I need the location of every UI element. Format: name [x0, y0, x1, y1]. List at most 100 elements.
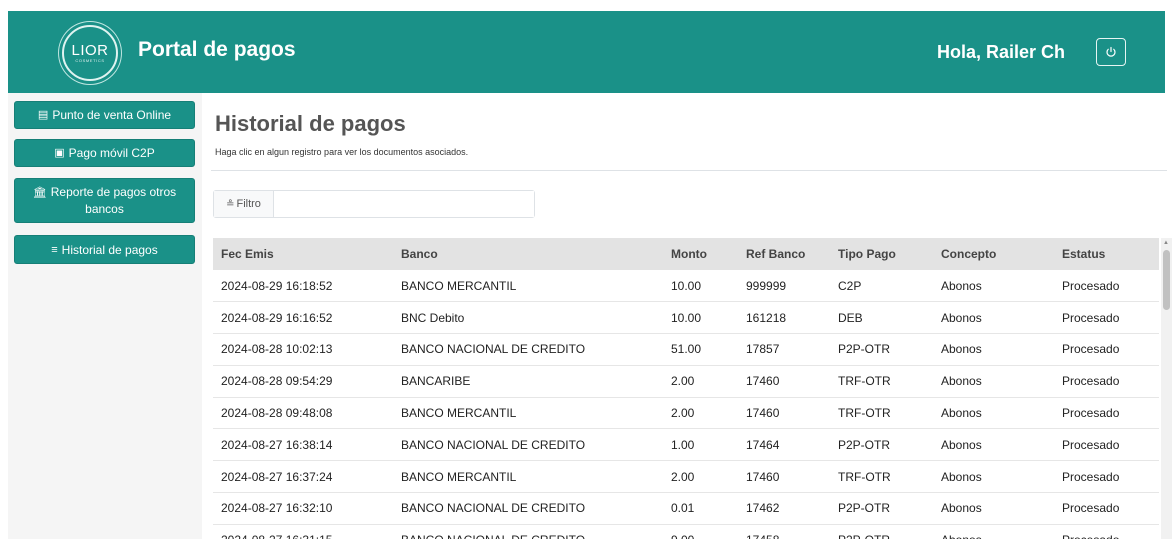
filter-input[interactable]	[274, 191, 534, 217]
cell-estatus: Procesado	[1062, 342, 1120, 357]
cell-ref-banco: 17460	[746, 374, 780, 389]
power-icon	[1106, 46, 1116, 57]
column-header-banco[interactable]: Banco	[393, 238, 663, 270]
table-scrollbar[interactable]: ▲	[1161, 238, 1172, 539]
table-header-row: Fec Emis Banco Monto Ref Banco Tipo Pago…	[213, 238, 1159, 270]
sidebar-item-punto-de-venta[interactable]: ▤ Punto de venta Online	[14, 101, 195, 129]
cell-monto: 2.00	[671, 406, 695, 421]
cell-monto: 9.00	[663, 524, 738, 539]
cell-estatus: Procesado	[1062, 310, 1120, 325]
scroll-thumb[interactable]	[1163, 250, 1170, 310]
sidebar-item-pago-movil[interactable]: ▣ Pago móvil C2P	[14, 139, 195, 167]
cell-banco: BANCO NACIONAL DE CREDITO	[401, 342, 586, 357]
payments-table: Fec Emis Banco Monto Ref Banco Tipo Pago…	[213, 238, 1159, 539]
page-title: Historial de pagos	[215, 111, 406, 136]
sidebar-item-reporte-pagos[interactable]: 🏛 Reporte de pagos otros bancos	[14, 178, 195, 223]
sidebar: ▤ Punto de venta Online ▣ Pago móvil C2P…	[8, 93, 202, 539]
page: LIOR COSMETICS Portal de pagos Hola, Rai…	[0, 0, 1172, 539]
table-row[interactable]: 2024-08-27 16:32:10 BANCO NACIONAL DE CRE…	[213, 493, 1159, 525]
cell-tipo-pago: DEB	[838, 310, 863, 325]
list-icon: ≡	[51, 243, 58, 256]
cell-ref-banco: 17458	[738, 524, 830, 539]
cell-ref-banco: 17464	[746, 437, 780, 452]
cell-ref-banco: 17460	[746, 406, 780, 421]
cell-banco: BANCO MERCANTIL	[401, 406, 517, 421]
top-header: LIOR COSMETICS Portal de pagos Hola, Rai…	[8, 11, 1165, 93]
cell-estatus: Procesado	[1054, 524, 1159, 539]
cell-fec-emis: 2024-08-27 16:37:24	[221, 469, 333, 484]
cell-monto: 51.00	[671, 342, 702, 357]
page-subtitle: Haga clic en algun registro para ver los…	[215, 147, 469, 157]
cell-concepto: Abonos	[941, 374, 982, 389]
cell-banco: BNC Debito	[401, 310, 465, 325]
column-header-estatus[interactable]: Estatus	[1054, 238, 1159, 270]
cell-estatus: Procesado	[1062, 278, 1120, 293]
cell-monto: 0.01	[671, 501, 695, 516]
table-row[interactable]: 2024-08-28 09:48:08 BANCO MERCANTIL 2.00 17…	[213, 397, 1159, 429]
cell-ref-banco: 17460	[746, 469, 780, 484]
filter-icon: ≗	[226, 198, 235, 210]
lior-logo[interactable]: LIOR COSMETICS	[62, 25, 118, 81]
cell-banco: BANCARIBE	[401, 374, 471, 389]
cell-tipo-pago: TRF-OTR	[838, 406, 891, 421]
cell-concepto: Abonos	[941, 342, 982, 357]
cell-estatus: Procesado	[1062, 501, 1120, 516]
table-row[interactable]: 2024-08-28 09:54:29 BANCARIBE 2.00 17460 TRF…	[213, 365, 1159, 398]
logo-subtext: COSMETICS	[75, 57, 105, 63]
cell-tipo-pago: C2P	[838, 278, 862, 293]
cell-estatus: Procesado	[1062, 374, 1120, 389]
sidebar-item-label: Punto de venta Online	[52, 108, 172, 122]
cell-fec-emis: 2024-08-27 16:32:10	[221, 501, 333, 516]
cell-concepto: Abonos	[941, 501, 982, 516]
sidebar-item-label: Pago móvil C2P	[68, 146, 155, 160]
sidebar-item-label: Reporte de pagos otros bancos	[50, 185, 177, 216]
logo-text: LIOR	[71, 41, 109, 59]
cell-estatus: Procesado	[1062, 437, 1120, 452]
cell-monto: 1.00	[671, 437, 695, 452]
table-row[interactable]: 2024-08-29 16:16:52 BNC Debito 10.00 161218…	[213, 302, 1159, 334]
cell-banco: BANCO NACIONAL DE CREDITO	[401, 437, 586, 452]
user-greeting: Hola, Railer Ch	[937, 42, 1066, 62]
column-header-fec-emis[interactable]: Fec Emis	[213, 238, 393, 270]
cell-concepto: Abonos	[941, 310, 982, 325]
logout-button[interactable]	[1096, 38, 1126, 66]
cell-fec-emis: 2024-08-27 16:31:15	[213, 524, 393, 539]
filter-group: ≗ Filtro	[213, 190, 535, 218]
scroll-up-arrow-icon[interactable]: ▲	[1163, 240, 1169, 246]
cell-tipo-pago: P2P-OTR	[830, 524, 933, 539]
column-header-monto[interactable]: Monto	[663, 238, 738, 270]
table-row[interactable]: 2024-08-27 16:31:15BANCO NACIONAL DE CRE…	[213, 524, 1159, 539]
column-header-concepto[interactable]: Concepto	[933, 238, 1054, 270]
cell-fec-emis: 2024-08-27 16:38:14	[221, 437, 333, 452]
cell-concepto: Abonos	[941, 469, 982, 484]
sidebar-item-label: Historial de pagos	[61, 242, 158, 257]
main-content: Historial de pagos Haga clic en algun re…	[211, 93, 1167, 539]
cell-concepto: Abonos	[941, 437, 982, 452]
cell-ref-banco: 17857	[746, 342, 780, 357]
cell-concepto: Abonos	[933, 524, 1054, 539]
table-row[interactable]: 2024-08-28 10:02:13 BANCO NACIONAL DE CRE…	[213, 334, 1159, 366]
cell-fec-emis: 2024-08-29 16:18:52	[221, 278, 333, 293]
cell-estatus: Procesado	[1062, 469, 1120, 484]
payments-table-wrap: Fec Emis Banco Monto Ref Banco Tipo Pago…	[213, 238, 1159, 539]
cell-banco: BANCO NACIONAL DE CREDITO	[393, 524, 663, 539]
cell-concepto: Abonos	[941, 406, 982, 421]
column-header-ref-banco[interactable]: Ref Banco	[738, 238, 830, 270]
cell-tipo-pago: TRF-OTR	[838, 374, 891, 389]
portal-title: Portal de pagos	[138, 38, 296, 61]
cell-ref-banco: 17462	[746, 501, 780, 516]
card-icon: ▤	[37, 109, 49, 121]
cell-tipo-pago: P2P-OTR	[838, 437, 891, 452]
column-header-tipo-pago[interactable]: Tipo Pago	[830, 238, 933, 270]
cell-banco: BANCO MERCANTIL	[401, 278, 517, 293]
filter-label-text: Filtro	[236, 198, 261, 210]
cell-fec-emis: 2024-08-28 10:02:13	[221, 342, 333, 357]
cell-tipo-pago: P2P-OTR	[838, 342, 891, 357]
sidebar-item-content: 🏛 Reporte de pagos otros bancos	[21, 184, 188, 217]
table-row[interactable]: 2024-08-29 16:18:52 BANCO MERCANTIL 10.00 9…	[213, 270, 1159, 302]
cell-fec-emis: 2024-08-28 09:54:29	[221, 374, 333, 389]
sidebar-item-historial[interactable]: ≡ Historial de pagos	[14, 235, 195, 264]
table-row[interactable]: 2024-08-27 16:38:14 BANCO NACIONAL DE CRE…	[213, 429, 1159, 461]
cell-ref-banco: 999999	[746, 278, 787, 293]
table-row[interactable]: 2024-08-27 16:37:24 BANCO MERCANTIL 2.00 17…	[213, 461, 1159, 493]
